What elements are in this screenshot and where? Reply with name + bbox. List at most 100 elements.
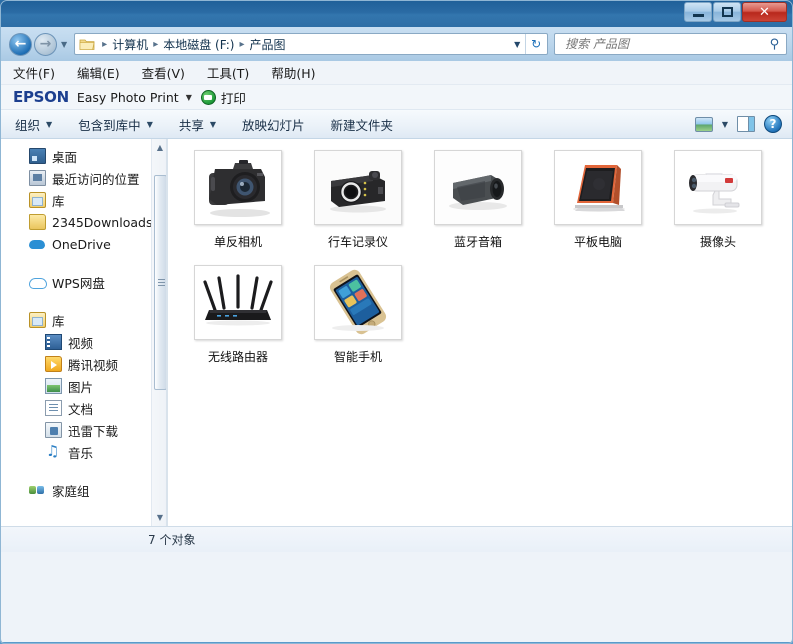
address-bar[interactable]: ▸ 计算机 ▸ 本地磁盘 (F:) ▸ 产品图 ▼ ↻ bbox=[74, 33, 549, 55]
printer-icon[interactable] bbox=[200, 89, 216, 105]
thumbnail bbox=[434, 150, 522, 225]
command-new-folder[interactable]: 新建文件夹 bbox=[331, 115, 394, 134]
history-dropdown-icon[interactable]: ▼ bbox=[61, 40, 67, 49]
onedrive-icon bbox=[29, 236, 46, 252]
address-toolbar: ← → ▼ ▸ 计算机 ▸ 本地磁盘 (F:) ▸ 产品图 ▼ ↻ ⚲ bbox=[1, 27, 792, 61]
menu-view[interactable]: 查看(V) bbox=[142, 63, 185, 82]
sidebar-item-label: 家庭组 bbox=[52, 483, 90, 499]
sidebar-item-wps-cloud[interactable]: WPS网盘 bbox=[1, 271, 167, 293]
file-item[interactable]: 蓝牙音箱 bbox=[418, 150, 538, 265]
sidebar-item-label: 库 bbox=[52, 193, 65, 209]
sidebar-item-2345downloads[interactable]: 2345Downloads bbox=[1, 211, 167, 233]
folder-icon bbox=[29, 214, 46, 230]
command-label: 包含到库中 bbox=[78, 117, 141, 133]
explorer-window: ✕ ← → ▼ ▸ 计算机 ▸ 本地磁盘 (F:) ▸ 产品图 ▼ ↻ ⚲ bbox=[0, 0, 793, 644]
nav-group-homegroup: 家庭组 bbox=[1, 479, 167, 501]
search-icon[interactable]: ⚲ bbox=[770, 37, 780, 52]
file-item[interactable]: 平板电脑 bbox=[538, 150, 658, 265]
file-label: 平板电脑 bbox=[573, 235, 622, 249]
sidebar-item-homegroup[interactable]: 家庭组 bbox=[1, 479, 167, 501]
file-item[interactable]: 单反相机 bbox=[178, 150, 298, 265]
documents-icon bbox=[45, 400, 62, 416]
sidebar-item-libraries-root[interactable]: 库 bbox=[1, 309, 167, 331]
breadcrumb-drive[interactable]: 本地磁盘 (F:) bbox=[162, 36, 235, 53]
file-list-pane[interactable]: 单反相机 行车记录仪 蓝牙音箱 平板电脑 摄像头 无线路由器 智能手机 bbox=[168, 139, 792, 526]
chevron-down-icon[interactable]: ▼ bbox=[722, 120, 728, 129]
breadcrumb-computer[interactable]: 计算机 bbox=[111, 36, 149, 53]
menu-file[interactable]: 文件(F) bbox=[13, 63, 55, 82]
menu-help[interactable]: 帮助(H) bbox=[271, 63, 315, 82]
sidebar-item-onedrive[interactable]: OneDrive bbox=[1, 233, 167, 255]
sidebar-item-label: 迅雷下载 bbox=[68, 423, 119, 439]
change-view-icon[interactable] bbox=[694, 116, 713, 132]
command-label: 新建文件夹 bbox=[330, 117, 394, 133]
back-button[interactable]: ← bbox=[9, 32, 32, 56]
homegroup-icon bbox=[29, 482, 46, 498]
breadcrumb-current-folder[interactable]: 产品图 bbox=[248, 36, 286, 53]
menu-tools[interactable]: 工具(T) bbox=[207, 63, 249, 82]
epson-app-name[interactable]: Easy Photo Print bbox=[77, 90, 179, 105]
window-bottom-area bbox=[1, 552, 792, 642]
command-slideshow[interactable]: 放映幻灯片 bbox=[242, 115, 305, 134]
music-icon bbox=[45, 442, 62, 460]
library-icon bbox=[29, 192, 46, 208]
sidebar-item-label: 2345Downloads bbox=[52, 214, 153, 230]
nav-group-libraries: 库 视频 腾讯视频 图片 文档 迅雷下载 ♫ 音乐 bbox=[1, 309, 167, 463]
close-button[interactable]: ✕ bbox=[742, 2, 787, 22]
scroll-down-icon[interactable]: ▼ bbox=[152, 509, 167, 526]
chevron-down-icon: ▼ bbox=[146, 119, 153, 129]
file-item[interactable]: 摄像头 bbox=[658, 150, 778, 265]
thumbnail bbox=[194, 265, 282, 340]
command-organize[interactable]: 组织 ▼ bbox=[15, 115, 52, 134]
minimize-button[interactable] bbox=[684, 2, 712, 22]
file-item[interactable]: 行车记录仪 bbox=[298, 150, 418, 265]
search-box[interactable]: ⚲ bbox=[554, 33, 788, 55]
file-label: 智能手机 bbox=[333, 350, 382, 364]
sidebar-item-label: 视频 bbox=[68, 335, 94, 351]
sidebar-item-label: 最近访问的位置 bbox=[52, 171, 140, 187]
sidebar-item-label: OneDrive bbox=[52, 236, 111, 252]
wps-cloud-icon bbox=[29, 274, 47, 290]
tencent-video-icon bbox=[45, 356, 62, 372]
sidebar-item-label: 图片 bbox=[68, 379, 94, 395]
command-include-in-library[interactable]: 包含到库中 ▼ bbox=[78, 115, 153, 134]
menu-edit[interactable]: 编辑(E) bbox=[77, 63, 120, 82]
command-label: 组织 bbox=[15, 117, 41, 133]
sidebar-item-pictures[interactable]: 图片 bbox=[1, 375, 167, 397]
forward-button[interactable]: → bbox=[34, 32, 57, 56]
help-icon[interactable]: ? bbox=[764, 115, 782, 133]
status-bar: 7 个对象 bbox=[1, 526, 792, 552]
sidebar-item-desktop[interactable]: 桌面 bbox=[1, 145, 167, 167]
refresh-icon[interactable]: ↻ bbox=[525, 34, 546, 54]
folder-icon bbox=[79, 37, 95, 51]
status-text: 7 个对象 bbox=[148, 533, 196, 547]
chevron-down-icon[interactable]: ▼ bbox=[186, 93, 192, 102]
command-label: 共享 bbox=[178, 117, 204, 133]
breadcrumb-separator: ▸ bbox=[239, 38, 245, 50]
sidebar-item-thunder-download[interactable]: 迅雷下载 bbox=[1, 419, 167, 441]
sidebar-item-library[interactable]: 库 bbox=[1, 189, 167, 211]
navigation-scrollbar[interactable]: ▲ ▼ bbox=[151, 139, 167, 526]
title-bar[interactable]: ✕ bbox=[0, 0, 793, 27]
sidebar-item-music[interactable]: 音乐 bbox=[1, 441, 167, 463]
sidebar-item-documents[interactable]: 文档 bbox=[1, 397, 167, 419]
epson-print-label[interactable]: 打印 bbox=[221, 88, 246, 107]
chevron-down-icon[interactable]: ▼ bbox=[509, 34, 525, 54]
chevron-down-icon: ▼ bbox=[46, 119, 53, 129]
sidebar-item-tencent-video[interactable]: 腾讯视频 bbox=[1, 353, 167, 375]
epson-logo: EPSON bbox=[13, 88, 69, 106]
thumbnail bbox=[674, 150, 762, 225]
file-item[interactable]: 智能手机 bbox=[298, 265, 418, 380]
sidebar-item-videos[interactable]: 视频 bbox=[1, 331, 167, 353]
search-input[interactable] bbox=[563, 35, 764, 53]
video-icon bbox=[45, 334, 62, 350]
command-bar: 组织 ▼ 包含到库中 ▼ 共享 ▼ 放映幻灯片 新建文件夹 ▼ ? bbox=[1, 110, 792, 139]
maximize-button[interactable] bbox=[713, 2, 741, 22]
scroll-up-icon[interactable]: ▲ bbox=[152, 139, 167, 156]
preview-pane-icon[interactable] bbox=[737, 116, 755, 132]
command-share[interactable]: 共享 ▼ bbox=[179, 115, 216, 134]
sidebar-item-recent-places[interactable]: 最近访问的位置 bbox=[1, 167, 167, 189]
file-item[interactable]: 无线路由器 bbox=[178, 265, 298, 380]
